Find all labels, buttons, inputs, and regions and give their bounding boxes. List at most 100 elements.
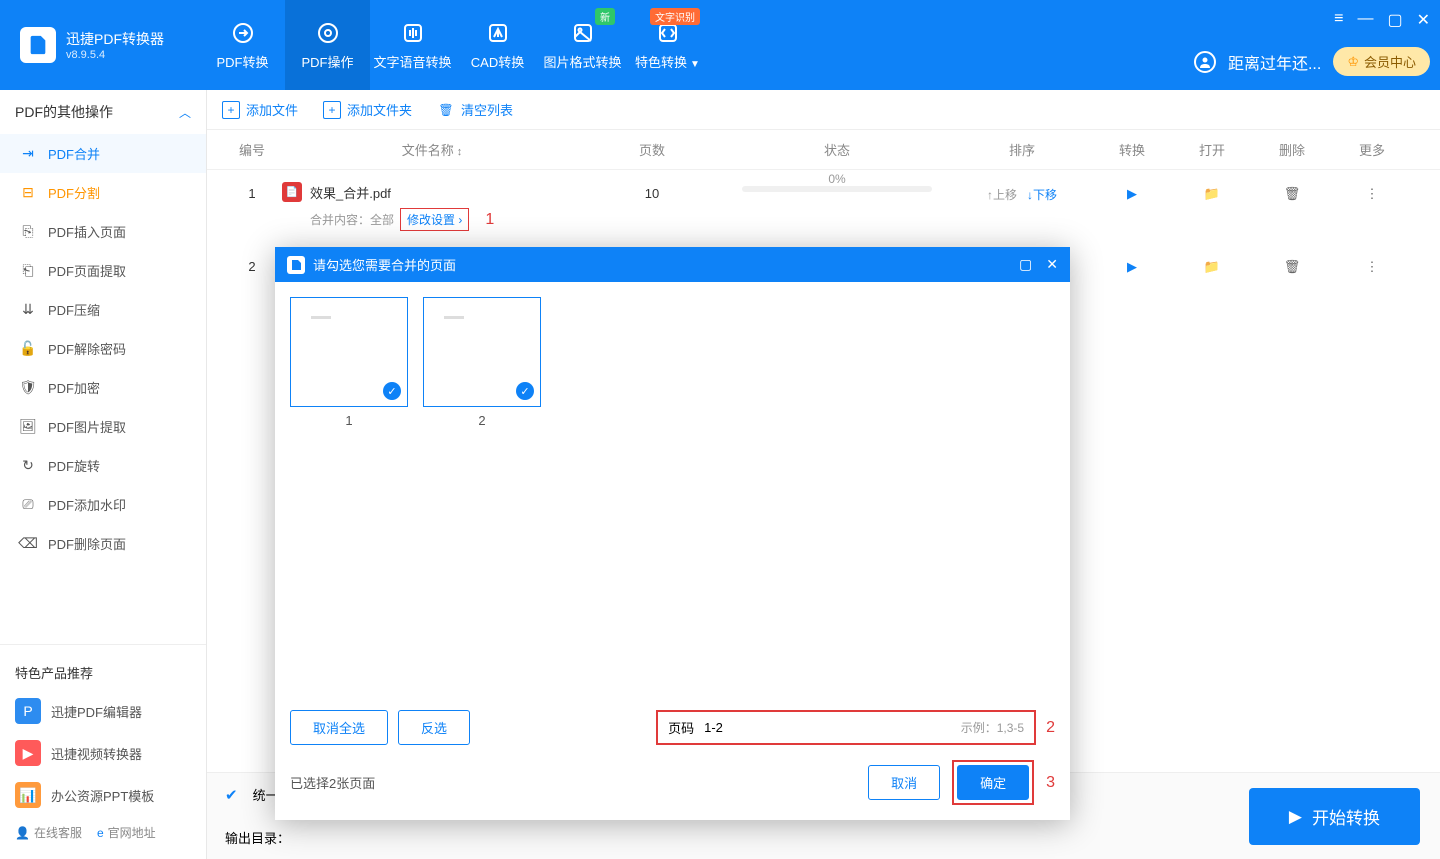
- add-folder-button[interactable]: +添加文件夹: [323, 100, 412, 119]
- nav-tab-special[interactable]: 文字识别 特色转换▼: [625, 0, 710, 90]
- merge-icon: ⇥: [20, 146, 36, 162]
- close-icon[interactable]: ✕: [1417, 10, 1430, 30]
- nav-tab-pdf-operate[interactable]: PDF操作: [285, 0, 370, 90]
- page-number: 1: [345, 413, 352, 428]
- selected-check-icon: ✓: [383, 382, 401, 400]
- cad-icon: [485, 20, 511, 46]
- cancel-button[interactable]: 取消: [868, 765, 940, 800]
- dialog-body: ✓ 1 ✓ 2: [275, 282, 1070, 695]
- sidebar-item-unlock[interactable]: 🔓PDF解除密码: [0, 329, 206, 368]
- promo-ppt[interactable]: 📊办公资源PPT模板: [0, 774, 206, 816]
- member-label: 会员中心: [1364, 52, 1416, 71]
- sidebar-item-delete-page[interactable]: ⌫PDF删除页面: [0, 524, 206, 563]
- website-label: 官网地址: [108, 824, 156, 841]
- th-name[interactable]: 文件名称↕: [282, 140, 582, 159]
- filename-text: 效果_合并.pdf: [310, 183, 391, 202]
- sidebar-header[interactable]: PDF的其他操作 ︿: [0, 90, 206, 134]
- extract-icon: ⎗: [20, 263, 36, 279]
- official-website[interactable]: e官网地址: [97, 824, 156, 841]
- clear-list-button[interactable]: 🗑清空列表: [437, 100, 513, 119]
- sidebar-item-compress[interactable]: ⇊PDF压缩: [0, 290, 206, 329]
- move-down-button[interactable]: ↓下移: [1027, 186, 1057, 203]
- trash-icon: 🗑: [437, 101, 455, 119]
- sidebar-item-image-extract[interactable]: 🖼PDF图片提取: [0, 407, 206, 446]
- confirm-highlight: 确定: [952, 760, 1034, 805]
- rotate-icon: ↻: [20, 458, 36, 474]
- sidebar-item-rotate[interactable]: ↻PDF旋转: [0, 446, 206, 485]
- maximize-icon[interactable]: ▢: [1387, 10, 1402, 30]
- header: 迅捷PDF转换器 v8.9.5.4 PDF转换 PDF操作 文字语音转换 CAD…: [0, 0, 1440, 90]
- sidebar-item-insert[interactable]: ⎘PDF插入页面: [0, 212, 206, 251]
- sidebar-item-watermark[interactable]: ⎚PDF添加水印: [0, 485, 206, 524]
- nav-tab-image[interactable]: 新 图片格式转换: [540, 0, 625, 90]
- more-button[interactable]: ⋮: [1332, 182, 1412, 202]
- deselect-all-button[interactable]: 取消全选: [290, 710, 388, 745]
- page-thumbnail-1[interactable]: ✓: [290, 297, 408, 407]
- sidebar-item-label: PDF分割: [48, 183, 100, 202]
- sidebar-item-extract[interactable]: ⎗PDF页面提取: [0, 251, 206, 290]
- file-name: 📄 效果_合并.pdf: [282, 182, 582, 202]
- add-file-button[interactable]: +添加文件: [222, 100, 298, 119]
- table-row: 1 📄效果_合并.pdf 合并内容：全部 修改设置 › 1 10 0% ↑上移↓…: [207, 170, 1440, 243]
- confirm-button[interactable]: 确定: [957, 765, 1029, 800]
- row-order: ↑上移 ↓下移: [952, 182, 1092, 203]
- menu-icon[interactable]: ≡: [1334, 10, 1343, 30]
- dialog-maximize-icon[interactable]: ▢: [1019, 256, 1032, 273]
- sort-icon: ↕: [457, 146, 463, 158]
- more-button[interactable]: ⋮: [1332, 255, 1412, 275]
- chevron-up-icon: ︿: [179, 104, 191, 121]
- minimize-icon[interactable]: —: [1357, 10, 1373, 30]
- nav-label: 特色转换▼: [635, 52, 700, 71]
- modify-settings-link[interactable]: 修改设置 ›: [400, 208, 469, 231]
- th-open: 打开: [1172, 140, 1252, 159]
- convert-button[interactable]: ▶: [1092, 255, 1172, 275]
- nav-tab-cad[interactable]: CAD转换: [455, 0, 540, 90]
- th-delete: 删除: [1252, 140, 1332, 159]
- sidebar-item-merge[interactable]: ⇥PDF合并: [0, 134, 206, 173]
- page-thumbnail-2[interactable]: ✓: [423, 297, 541, 407]
- page-thumb: ✓ 1: [290, 297, 408, 428]
- split-icon: ⊟: [20, 185, 36, 201]
- page-range-input[interactable]: [704, 720, 951, 735]
- nav-tab-text-voice[interactable]: 文字语音转换: [370, 0, 455, 90]
- check-icon[interactable]: ✔: [225, 786, 238, 804]
- sidebar-title: PDF的其他操作: [15, 102, 113, 122]
- header-user: 距离过年还... ♔ 会员中心: [1194, 47, 1430, 76]
- th-convert: 转换: [1092, 140, 1172, 159]
- move-up-button[interactable]: ↑上移: [987, 186, 1017, 203]
- compress-icon: ⇊: [20, 302, 36, 318]
- promo-video[interactable]: ▶迅捷视频转换器: [0, 732, 206, 774]
- promo-title: 特色产品推荐: [0, 655, 206, 690]
- promo-pdf-editor[interactable]: P迅捷PDF编辑器: [0, 690, 206, 732]
- delete-button[interactable]: 🗑: [1252, 255, 1332, 275]
- invert-selection-button[interactable]: 反选: [398, 710, 470, 745]
- start-convert-button[interactable]: ▶ 开始转换: [1249, 788, 1420, 845]
- sidebar-item-split[interactable]: ⊟ PDF分割: [0, 173, 206, 212]
- app-version: v8.9.5.4: [66, 49, 164, 61]
- pdf-icon: 📄: [282, 182, 302, 202]
- sidebar-item-label: PDF添加水印: [48, 495, 126, 514]
- video-icon: ▶: [15, 740, 41, 766]
- table-header: 编号 文件名称↕ 页数 状态 排序 转换 打开 删除 更多: [207, 130, 1440, 170]
- tool-label: 添加文件夹: [347, 100, 412, 119]
- crown-icon: ♔: [1347, 54, 1359, 70]
- sidebar-item-encrypt[interactable]: 🛡PDF加密: [0, 368, 206, 407]
- open-button[interactable]: 📁: [1172, 182, 1252, 202]
- nav-label: 文字语音转换: [373, 52, 451, 71]
- member-button[interactable]: ♔ 会员中心: [1333, 47, 1430, 76]
- convert-button[interactable]: ▶: [1092, 182, 1172, 202]
- annotation-3: 3: [1046, 774, 1055, 792]
- nav-tab-pdf-convert[interactable]: PDF转换: [200, 0, 285, 90]
- th-order: 排序: [952, 140, 1092, 159]
- bottom-row2: 输出目录： ▶ 开始转换: [207, 816, 1440, 859]
- sidebar-item-label: PDF解除密码: [48, 339, 126, 358]
- toolbar: +添加文件 +添加文件夹 🗑清空列表: [207, 90, 1440, 130]
- dialog-logo-icon: [287, 256, 305, 274]
- delete-button[interactable]: 🗑: [1252, 182, 1332, 202]
- dialog-header: 请勾选您需要合并的页面 ▢ ✕: [275, 247, 1070, 282]
- open-button[interactable]: 📁: [1172, 255, 1252, 275]
- online-service[interactable]: 👤在线客服: [15, 824, 82, 841]
- sidebar-item-label: PDF插入页面: [48, 222, 126, 241]
- dialog-close-icon[interactable]: ✕: [1046, 256, 1058, 273]
- user-icon[interactable]: [1194, 51, 1216, 73]
